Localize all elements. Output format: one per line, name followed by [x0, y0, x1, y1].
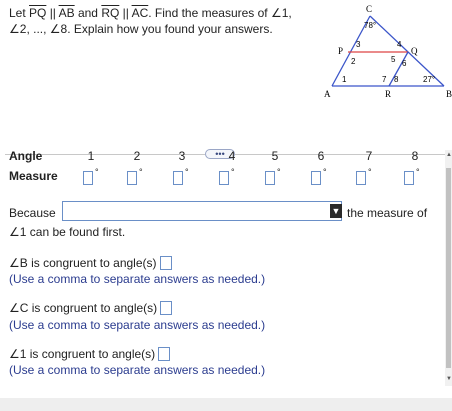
- column-5-label: 5: [271, 149, 279, 163]
- segment-ab: AB: [58, 6, 75, 20]
- angle-5-input[interactable]: [265, 171, 275, 185]
- segment-pq: PQ: [29, 6, 47, 20]
- vertex-b-label: B: [446, 89, 452, 98]
- question-line-1: Let PQ || AB and RQ || AC. Find the meas…: [9, 6, 292, 20]
- angle-3-label: 3: [356, 40, 361, 49]
- column-8-label: 8: [411, 149, 419, 163]
- prompt-b: ∠B is congruent to angle(s): [9, 256, 172, 270]
- angle-b-congruent-input[interactable]: [159, 256, 172, 270]
- angle-icon: ∠: [270, 6, 282, 20]
- prompt-b-text: ∠B is congruent to angle(s): [9, 256, 157, 270]
- angle-8-input[interactable]: [404, 171, 414, 185]
- prompt-1-text: ∠1 is congruent to angle(s): [9, 347, 156, 361]
- triangle-figure: C P Q A R B 78° 27° 1 2 3 4 5 6 7 8: [324, 4, 452, 98]
- angle-2-label: 2: [351, 57, 356, 66]
- angle-4-input[interactable]: [219, 171, 229, 185]
- angle-3-input[interactable]: [173, 171, 183, 185]
- degree-symbol: °: [277, 167, 281, 177]
- question-text: 8. Explain how you found your answers.: [60, 22, 273, 36]
- degree-symbol: °: [95, 167, 99, 177]
- angle-2-input[interactable]: [127, 171, 137, 185]
- vertex-q-label: Q: [411, 46, 418, 56]
- column-3-label: 3: [178, 149, 186, 163]
- vertex-p-label: P: [338, 46, 343, 56]
- column-6-label: 6: [317, 149, 325, 163]
- hint-b: (Use a comma to separate answers as need…: [9, 272, 266, 286]
- column-4-label: 4: [228, 149, 236, 163]
- angle-8-label: 8: [394, 75, 399, 84]
- question-text: . Find the measures of: [148, 6, 271, 20]
- prompt-1: ∠1 is congruent to angle(s): [9, 347, 171, 361]
- angle-6-input[interactable]: [311, 171, 321, 185]
- angle-5-label: 5: [391, 55, 396, 64]
- degree-symbol: °: [416, 167, 420, 177]
- prompt-c: ∠C is congruent to angle(s): [9, 301, 173, 315]
- vertex-a-label: A: [324, 89, 331, 98]
- bottom-bar: [0, 398, 452, 411]
- angle-1-input[interactable]: [83, 171, 93, 185]
- question-text: 1,: [281, 6, 292, 20]
- segment-rq: RQ: [101, 6, 120, 20]
- parallel-symbol: ||: [119, 6, 132, 20]
- because-label: Because: [9, 206, 56, 220]
- degree-symbol: °: [139, 167, 143, 177]
- angle-6-label: 6: [402, 59, 407, 68]
- degree-symbol: °: [323, 167, 327, 177]
- question-text: Let: [9, 6, 30, 20]
- dropdown-arrow-icon[interactable]: ▼: [330, 204, 342, 218]
- prompt-c-text: ∠C is congruent to angle(s): [9, 301, 158, 315]
- degree-symbol: °: [231, 167, 235, 177]
- angle-7-label: 7: [382, 75, 387, 84]
- after-dropdown-text: the measure of: [347, 206, 428, 220]
- angle-b-measure: 27°: [423, 75, 435, 84]
- angle-icon: ∠: [9, 22, 20, 36]
- angle-icon: ∠: [49, 22, 61, 36]
- angle-7-input[interactable]: [356, 171, 366, 185]
- hint-1: (Use a comma to separate answers as need…: [9, 363, 266, 377]
- angle-c-measure: 78°: [364, 21, 376, 30]
- column-7-label: 7: [365, 149, 373, 163]
- vertex-c-label: C: [366, 4, 372, 14]
- column-1-label: 1: [87, 149, 95, 163]
- question-text: and: [74, 6, 102, 20]
- column-2-label: 2: [133, 149, 141, 163]
- scroll-up-icon[interactable]: ▲: [446, 152, 452, 158]
- angle-1-label: 1: [342, 75, 347, 84]
- angle-4-label: 4: [397, 40, 402, 49]
- angle-header: Angle: [9, 149, 43, 163]
- angle-c-congruent-input[interactable]: [160, 301, 173, 315]
- question-line-2: ∠2, ..., ∠8. Explain how you found your …: [9, 22, 273, 36]
- question-text: 2, ...,: [19, 22, 50, 36]
- angle-1-congruent-input[interactable]: [158, 347, 171, 361]
- degree-symbol: °: [185, 167, 189, 177]
- segment-ac: AC: [131, 6, 149, 20]
- scroll-down-icon[interactable]: ▼: [446, 376, 452, 382]
- hint-c: (Use a comma to separate answers as need…: [9, 318, 266, 332]
- vertex-r-label: R: [385, 89, 391, 98]
- scrollbar-thumb[interactable]: [446, 168, 451, 368]
- parallel-symbol: ||: [46, 6, 59, 20]
- measure-header: Measure: [9, 169, 58, 183]
- explain-line-2: ∠1 can be found first.: [9, 225, 126, 239]
- reason-dropdown[interactable]: [62, 201, 342, 221]
- degree-symbol: °: [368, 167, 372, 177]
